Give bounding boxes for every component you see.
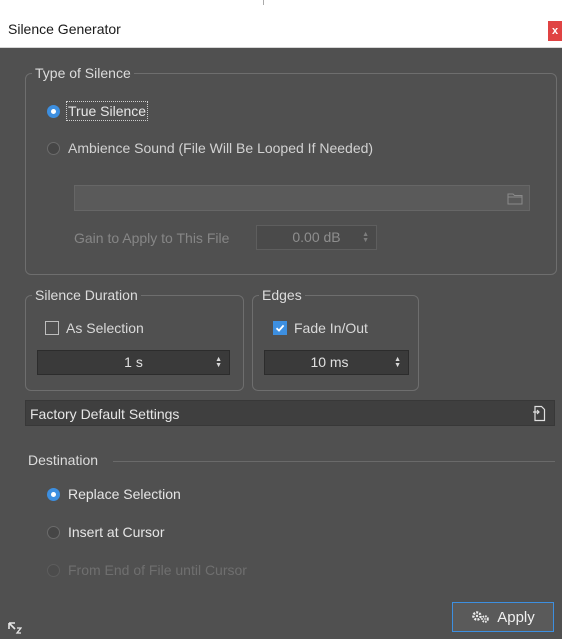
spinner-arrows-icon[interactable]: ▲ ▼	[215, 356, 222, 369]
spinner-arrows-icon[interactable]: ▲ ▼	[394, 356, 401, 369]
destination-label: Destination	[28, 452, 99, 468]
radio-selected-icon	[47, 487, 60, 501]
true-silence-label: True Silence	[65, 101, 149, 121]
resize-grip-icon[interactable]	[8, 622, 22, 634]
window-title: Silence Generator	[8, 21, 121, 37]
apply-label: Apply	[497, 608, 535, 626]
edges-group: Edges	[252, 287, 419, 391]
preset-file-icon[interactable]	[532, 405, 546, 422]
insert-at-cursor-label: Insert at Cursor	[68, 524, 165, 540]
silence-duration-legend: Silence Duration	[35, 287, 138, 303]
true-silence-radio[interactable]: True Silence	[47, 101, 149, 121]
ambience-file-path-field[interactable]	[74, 185, 530, 211]
title-bar: Silence Generator	[0, 9, 562, 48]
top-edge	[0, 0, 562, 9]
type-of-silence-legend: Type of Silence	[35, 65, 131, 81]
radio-unselected-icon	[47, 141, 60, 155]
radio-disabled-icon	[47, 563, 60, 577]
duration-value: 1 s	[124, 354, 143, 370]
close-button[interactable]: x	[548, 21, 562, 41]
fade-in-out-checkbox[interactable]: Fade In/Out	[273, 320, 368, 336]
gain-value: 0.00 dB	[292, 229, 341, 245]
as-selection-checkbox[interactable]: As Selection	[45, 320, 144, 336]
folder-icon[interactable]	[507, 191, 523, 205]
as-selection-label: As Selection	[66, 320, 144, 336]
gain-spinbox[interactable]: 0.00 dB ▲ ▼	[256, 225, 377, 250]
presets-menu[interactable]: Factory Default Settings	[25, 400, 555, 426]
duration-spinbox[interactable]: 1 s ▲ ▼	[37, 350, 230, 375]
fade-length-spinbox[interactable]: 10 ms ▲ ▼	[264, 350, 409, 375]
fade-in-out-label: Fade In/Out	[294, 320, 368, 336]
silence-duration-group: Silence Duration	[25, 287, 244, 391]
fade-length-value: 10 ms	[310, 354, 349, 370]
top-edge-tick	[263, 0, 264, 5]
replace-selection-radio[interactable]: Replace Selection	[47, 486, 181, 502]
from-end-until-cursor-radio: From End of File until Cursor	[47, 562, 247, 578]
insert-at-cursor-radio[interactable]: Insert at Cursor	[47, 524, 164, 540]
from-end-until-cursor-label: From End of File until Cursor	[68, 562, 247, 578]
radio-selected-icon	[47, 104, 60, 118]
ambience-sound-radio[interactable]: Ambience Sound (File Will Be Looped If N…	[47, 140, 373, 156]
spinner-arrows-icon[interactable]: ▲ ▼	[362, 231, 369, 244]
presets-label: Factory Default Settings	[30, 406, 180, 422]
destination-divider	[113, 461, 555, 462]
checkbox-checked-icon	[273, 321, 287, 335]
edges-legend: Edges	[262, 287, 302, 303]
checkbox-unchecked-icon	[45, 321, 59, 335]
gears-icon	[472, 611, 490, 623]
replace-selection-label: Replace Selection	[68, 486, 181, 502]
ambience-sound-label: Ambience Sound (File Will Be Looped If N…	[68, 140, 374, 156]
apply-button[interactable]: Apply	[452, 602, 554, 632]
radio-unselected-icon	[47, 525, 60, 539]
gain-label: Gain to Apply to This File	[74, 230, 230, 246]
